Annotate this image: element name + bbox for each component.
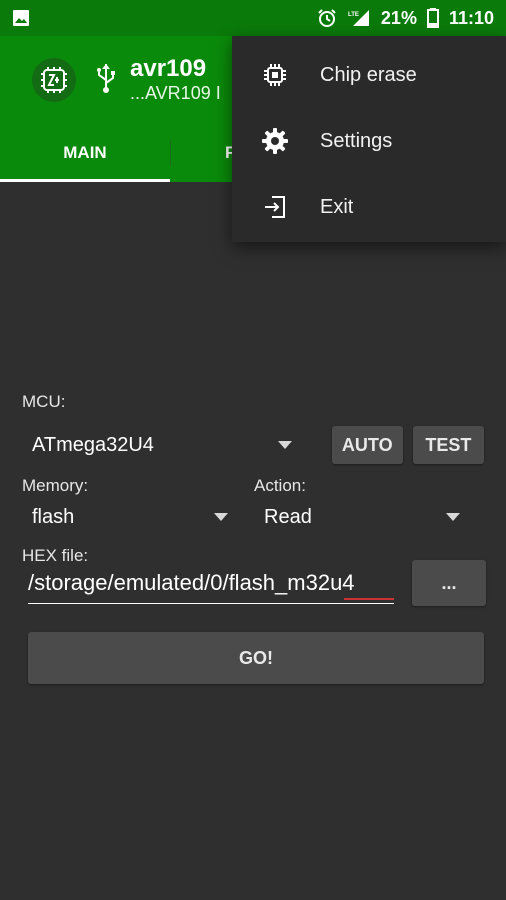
- menu-label-exit: Exit: [320, 195, 354, 218]
- menu-item-chip-erase[interactable]: Chip erase: [232, 42, 506, 108]
- main-form: MCU: ATmega32U4 AUTO TEST Memory: flash …: [22, 392, 486, 684]
- chevron-down-icon: [277, 441, 292, 449]
- browse-button[interactable]: ...: [412, 560, 486, 606]
- go-button[interactable]: GO!: [28, 632, 484, 684]
- spellcheck-underline: [344, 598, 394, 600]
- menu-label-settings: Settings: [320, 129, 393, 152]
- memory-value: flash: [32, 505, 75, 528]
- mcu-select[interactable]: ATmega32U4: [22, 426, 302, 464]
- action-value: Read: [264, 505, 312, 528]
- battery-icon: [426, 8, 439, 28]
- status-bar: LTE 21% 11:10: [0, 0, 506, 36]
- usb-icon: [94, 62, 118, 99]
- chevron-down-icon: [446, 513, 460, 521]
- auto-button[interactable]: AUTO: [331, 426, 403, 464]
- signal-lte-icon: LTE: [347, 8, 371, 28]
- mcu-value: ATmega32U4: [32, 433, 154, 456]
- tab-main[interactable]: MAIN: [0, 124, 170, 182]
- hex-file-input[interactable]: /storage/emulated/0/flash_m32u4: [28, 564, 394, 604]
- exit-icon: [260, 192, 290, 222]
- menu-label-chip-erase: Chip erase: [320, 63, 417, 86]
- memory-label: Memory:: [22, 476, 89, 495]
- overflow-menu: Chip erase Settings Exit: [232, 36, 506, 242]
- menu-item-settings[interactable]: Settings: [232, 108, 506, 174]
- action-label: Action:: [254, 476, 306, 495]
- app-title: avr109: [130, 55, 207, 82]
- app-logo-icon: [32, 58, 76, 102]
- menu-item-exit[interactable]: Exit: [232, 174, 506, 240]
- chevron-down-icon: [214, 513, 228, 521]
- battery-percent: 21%: [380, 7, 417, 28]
- svg-text:LTE: LTE: [348, 12, 359, 18]
- app-subtitle: ...AVR109 I: [130, 83, 221, 103]
- tab-main-label: MAIN: [63, 143, 107, 162]
- hex-row: /storage/emulated/0/flash_m32u4 ...: [28, 560, 486, 610]
- gear-icon: [260, 126, 290, 156]
- mcu-label: MCU:: [22, 392, 66, 411]
- alarm-icon: [317, 8, 337, 28]
- test-button[interactable]: TEST: [412, 426, 485, 464]
- clock: 11:10: [448, 7, 494, 28]
- image-notification-icon: [12, 9, 30, 27]
- memory-select[interactable]: flash: [22, 498, 228, 536]
- chip-icon: [260, 60, 290, 90]
- action-select[interactable]: Read: [254, 498, 460, 536]
